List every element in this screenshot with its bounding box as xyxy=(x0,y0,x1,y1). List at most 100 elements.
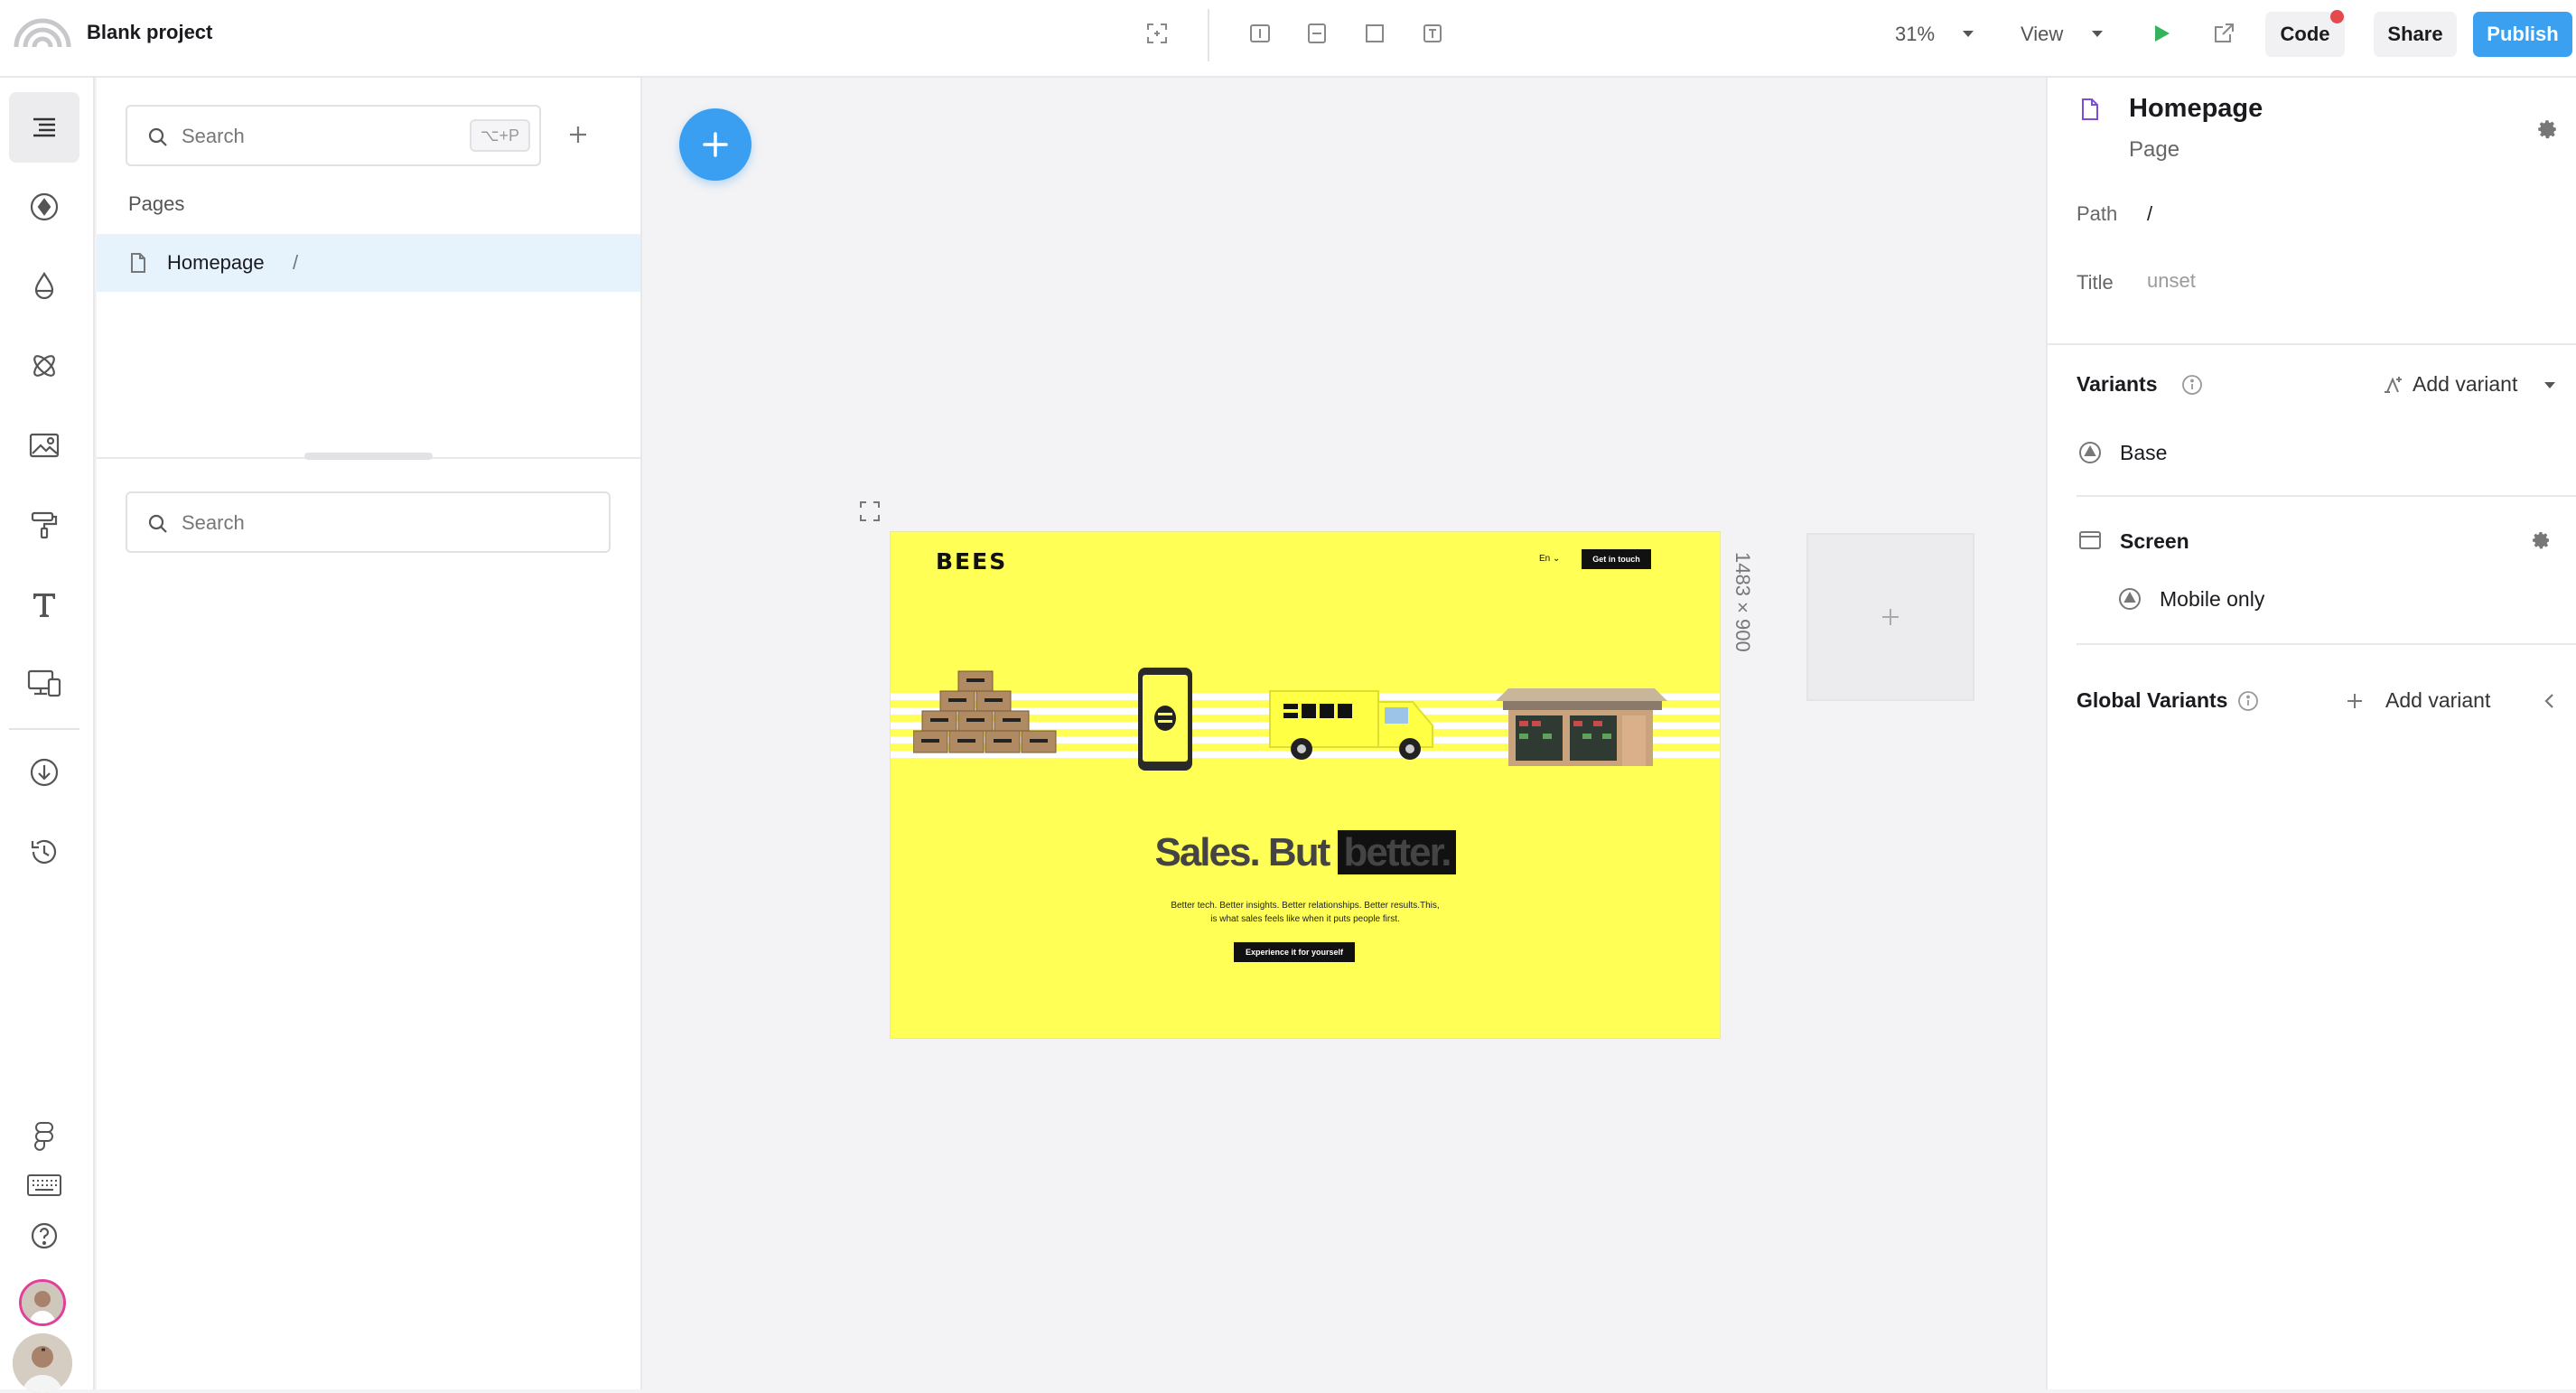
variant-base[interactable]: Base xyxy=(2120,441,2167,465)
plus-icon xyxy=(703,132,728,157)
add-page-icon[interactable] xyxy=(565,121,592,148)
history-icon xyxy=(31,839,57,864)
open-external-icon[interactable] xyxy=(2210,20,2237,47)
focus-frame-icon[interactable] xyxy=(1143,20,1171,47)
zoom-chevron-down-icon[interactable] xyxy=(1963,31,1974,37)
insert-button[interactable] xyxy=(679,108,751,181)
outline-list-icon xyxy=(33,117,55,137)
properties-panel: Homepage Page Path / Title unset Variant… xyxy=(2046,78,2576,1389)
notification-dot xyxy=(2330,10,2344,23)
variant-mobile-only[interactable]: Mobile only xyxy=(2160,587,2264,612)
style-tokens-tab[interactable] xyxy=(9,251,79,322)
left-rail xyxy=(0,78,95,1393)
paint-roller-icon xyxy=(31,511,58,539)
layers-search[interactable]: Search xyxy=(126,491,611,553)
site-logo: BEES xyxy=(936,548,1008,575)
artboard-homepage[interactable]: BEES En ⌄ Get in touch Sales. But better… xyxy=(891,532,1720,1038)
outline-panel: Search ⌥+P Pages Homepage / Search xyxy=(97,78,642,1389)
insert-text-icon[interactable] xyxy=(1419,20,1446,47)
title-input[interactable]: unset xyxy=(2147,269,2196,293)
store-illustration xyxy=(1496,688,1667,766)
image-icon xyxy=(29,433,60,458)
section-divider xyxy=(2048,343,2576,345)
plasmic-logo-icon[interactable] xyxy=(13,16,72,49)
site-language-selector[interactable]: En ⌄ xyxy=(1539,554,1560,564)
title-label: Title xyxy=(2077,271,2114,294)
zoom-level[interactable]: 31% xyxy=(1895,23,1935,46)
figma-icon xyxy=(34,1122,53,1151)
info-icon[interactable] xyxy=(2181,374,2203,396)
view-menu[interactable]: View xyxy=(2021,23,2063,46)
global-add-variant-button[interactable]: Add variant xyxy=(2385,688,2490,713)
mixins-tab[interactable] xyxy=(9,331,79,401)
component-icon xyxy=(30,192,59,221)
figma-import-button[interactable] xyxy=(9,1113,79,1160)
outline-tab[interactable] xyxy=(9,92,79,163)
variants-heading: Variants xyxy=(2077,372,2158,396)
phone-illustration xyxy=(1138,668,1192,771)
keyboard-shortcuts-button[interactable] xyxy=(9,1162,79,1209)
variant-base-icon xyxy=(2079,442,2101,463)
components-tab[interactable] xyxy=(9,172,79,242)
info-icon[interactable] xyxy=(2237,690,2259,712)
droplet-icon xyxy=(34,271,54,300)
preview-play-icon[interactable] xyxy=(2148,20,2175,47)
user-avatar[interactable] xyxy=(13,1333,72,1393)
text-t-icon xyxy=(33,594,55,617)
search-icon xyxy=(148,127,167,146)
plus-icon xyxy=(1882,609,1899,625)
imports-tab[interactable] xyxy=(9,737,79,808)
page-row-homepage[interactable]: Homepage / xyxy=(97,234,640,292)
selected-element-type: Page xyxy=(2129,137,2180,162)
screen-settings-gear-icon[interactable] xyxy=(2530,529,2552,551)
frame-fullscreen-icon[interactable] xyxy=(859,500,881,522)
delivery-truck-illustration xyxy=(1269,690,1433,760)
insert-vertical-stack-icon[interactable] xyxy=(1246,20,1274,47)
frame-dimensions-label: 1483 × 900 xyxy=(1731,552,1754,652)
add-variant-icon[interactable] xyxy=(2382,374,2403,396)
responsiveness-tab[interactable] xyxy=(9,649,79,719)
layers-search-input[interactable]: Search xyxy=(182,511,245,535)
add-variant-chevron-down-icon[interactable] xyxy=(2544,382,2555,388)
publish-button[interactable]: Publish xyxy=(2473,12,2572,57)
global-variants-heading: Global Variants xyxy=(2077,688,2228,712)
variant-mobile-icon xyxy=(2119,588,2141,610)
section-divider xyxy=(2077,495,2576,497)
add-screen-variant-frame[interactable] xyxy=(1806,533,1974,701)
selected-page-title[interactable]: Homepage xyxy=(2129,94,2263,124)
theme-tab[interactable] xyxy=(9,490,79,560)
screen-icon xyxy=(2079,531,2101,549)
insert-box-icon[interactable] xyxy=(1361,20,1388,47)
pages-search[interactable]: Search ⌥+P xyxy=(126,105,541,166)
collaborator-avatar[interactable] xyxy=(19,1279,66,1326)
atom-icon xyxy=(33,355,55,377)
panel-resize-handle[interactable] xyxy=(304,453,433,460)
page-path: / xyxy=(293,251,299,274)
site-experience-button[interactable]: Experience it for yourself xyxy=(1234,942,1355,962)
design-canvas[interactable]: BEES En ⌄ Get in touch Sales. But better… xyxy=(644,78,2044,1389)
site-get-in-touch-button[interactable]: Get in touch xyxy=(1582,549,1651,569)
chevron-left-icon[interactable] xyxy=(2541,690,2559,712)
share-button[interactable]: Share xyxy=(2374,12,2457,57)
page-name: Homepage xyxy=(167,251,265,274)
site-headline-highlight: better. xyxy=(1338,830,1456,874)
history-tab[interactable] xyxy=(9,817,79,887)
fonts-tab[interactable] xyxy=(9,569,79,640)
view-chevron-down-icon[interactable] xyxy=(2092,31,2103,37)
add-variant-button[interactable]: Add variant xyxy=(2413,372,2517,397)
path-input[interactable]: / xyxy=(2147,202,2152,226)
project-title[interactable]: Blank project xyxy=(87,21,212,44)
insert-horizontal-stack-icon[interactable] xyxy=(1303,20,1330,47)
rail-divider xyxy=(9,728,79,730)
plus-icon[interactable] xyxy=(2344,690,2366,712)
pages-search-input[interactable]: Search xyxy=(182,125,245,148)
section-divider xyxy=(2077,643,2576,645)
search-icon xyxy=(148,514,167,533)
keyboard-icon xyxy=(27,1174,61,1196)
images-tab[interactable] xyxy=(9,410,79,481)
help-button[interactable] xyxy=(9,1212,79,1259)
toolbar-divider xyxy=(1208,9,1209,61)
settings-gear-icon[interactable] xyxy=(2535,117,2559,141)
boxes-pyramid-illustration xyxy=(913,670,1057,753)
site-subtext-line2: is what sales feels like when it puts pe… xyxy=(1210,914,1400,924)
